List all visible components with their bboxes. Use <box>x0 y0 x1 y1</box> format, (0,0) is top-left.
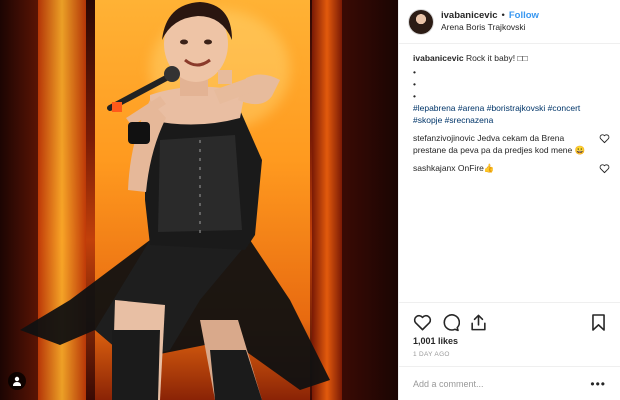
comment-body: sashkajanx OnFire👍 <box>413 162 593 174</box>
comment-item: stefanzivojinovic Jedva cekam da Brena p… <box>413 132 610 156</box>
post-side-panel: ivabanicevic • Follow Arena Boris Trajko… <box>398 0 620 400</box>
comment-username[interactable]: stefanzivojinovic <box>413 133 475 143</box>
post-actions: 1,001 likes 1 DAY AGO <box>399 302 620 358</box>
heart-icon[interactable] <box>413 313 432 332</box>
more-options-button[interactable]: ••• <box>590 378 606 390</box>
caption: ivabanicevic Rock it baby! □□ <box>413 52 610 64</box>
separator-dot: • <box>501 10 505 22</box>
caption-bullet: • <box>413 91 416 101</box>
header-top-row: ivabanicevic • Follow <box>441 10 539 22</box>
performer-figure <box>20 2 330 400</box>
post-photo[interactable] <box>0 0 398 400</box>
post-timestamp[interactable]: 1 DAY AGO <box>413 351 608 358</box>
likes-count[interactable]: 1,001 likes <box>413 336 608 346</box>
follow-button[interactable]: Follow <box>509 10 539 22</box>
post-header: ivabanicevic • Follow Arena Boris Trajko… <box>399 0 620 44</box>
comments-list: ivabanicevic Rock it baby! □□ • • • #lep… <box>413 52 610 174</box>
heart-outline-icon[interactable] <box>599 133 610 144</box>
caption-username[interactable]: ivabanicevic <box>413 53 464 63</box>
caption-text: Rock it baby! □□ <box>465 53 528 63</box>
comment-body: stefanzivojinovic Jedva cekam da Brena p… <box>413 132 593 156</box>
bookmark-icon[interactable] <box>589 313 608 332</box>
caption-hashtags[interactable]: #lepabrena #arena #boristrajkovski #conc… <box>413 102 610 126</box>
caption-bullet: • <box>413 79 416 89</box>
comment-item: sashkajanx OnFire👍 <box>413 162 610 174</box>
user-tag-button[interactable] <box>8 372 26 390</box>
add-comment-input[interactable] <box>413 378 573 389</box>
avatar[interactable] <box>409 9 433 34</box>
comment-text: OnFire👍 <box>457 163 495 173</box>
location-link[interactable]: Arena Boris Trajkovski <box>441 22 539 33</box>
add-comment-bar: ••• <box>399 366 620 400</box>
header-text: ivabanicevic • Follow Arena Boris Trajko… <box>441 10 539 33</box>
comment-username[interactable]: sashkajanx <box>413 163 456 173</box>
heart-outline-icon[interactable] <box>599 163 610 174</box>
username-link[interactable]: ivabanicevic <box>441 10 498 22</box>
caption-bullet: • <box>413 67 416 77</box>
person-icon <box>13 376 21 386</box>
action-buttons <box>413 309 608 335</box>
caption-bullets: • • • <box>413 66 610 102</box>
share-icon[interactable] <box>469 313 488 332</box>
comment-bubble-icon[interactable] <box>441 313 460 332</box>
